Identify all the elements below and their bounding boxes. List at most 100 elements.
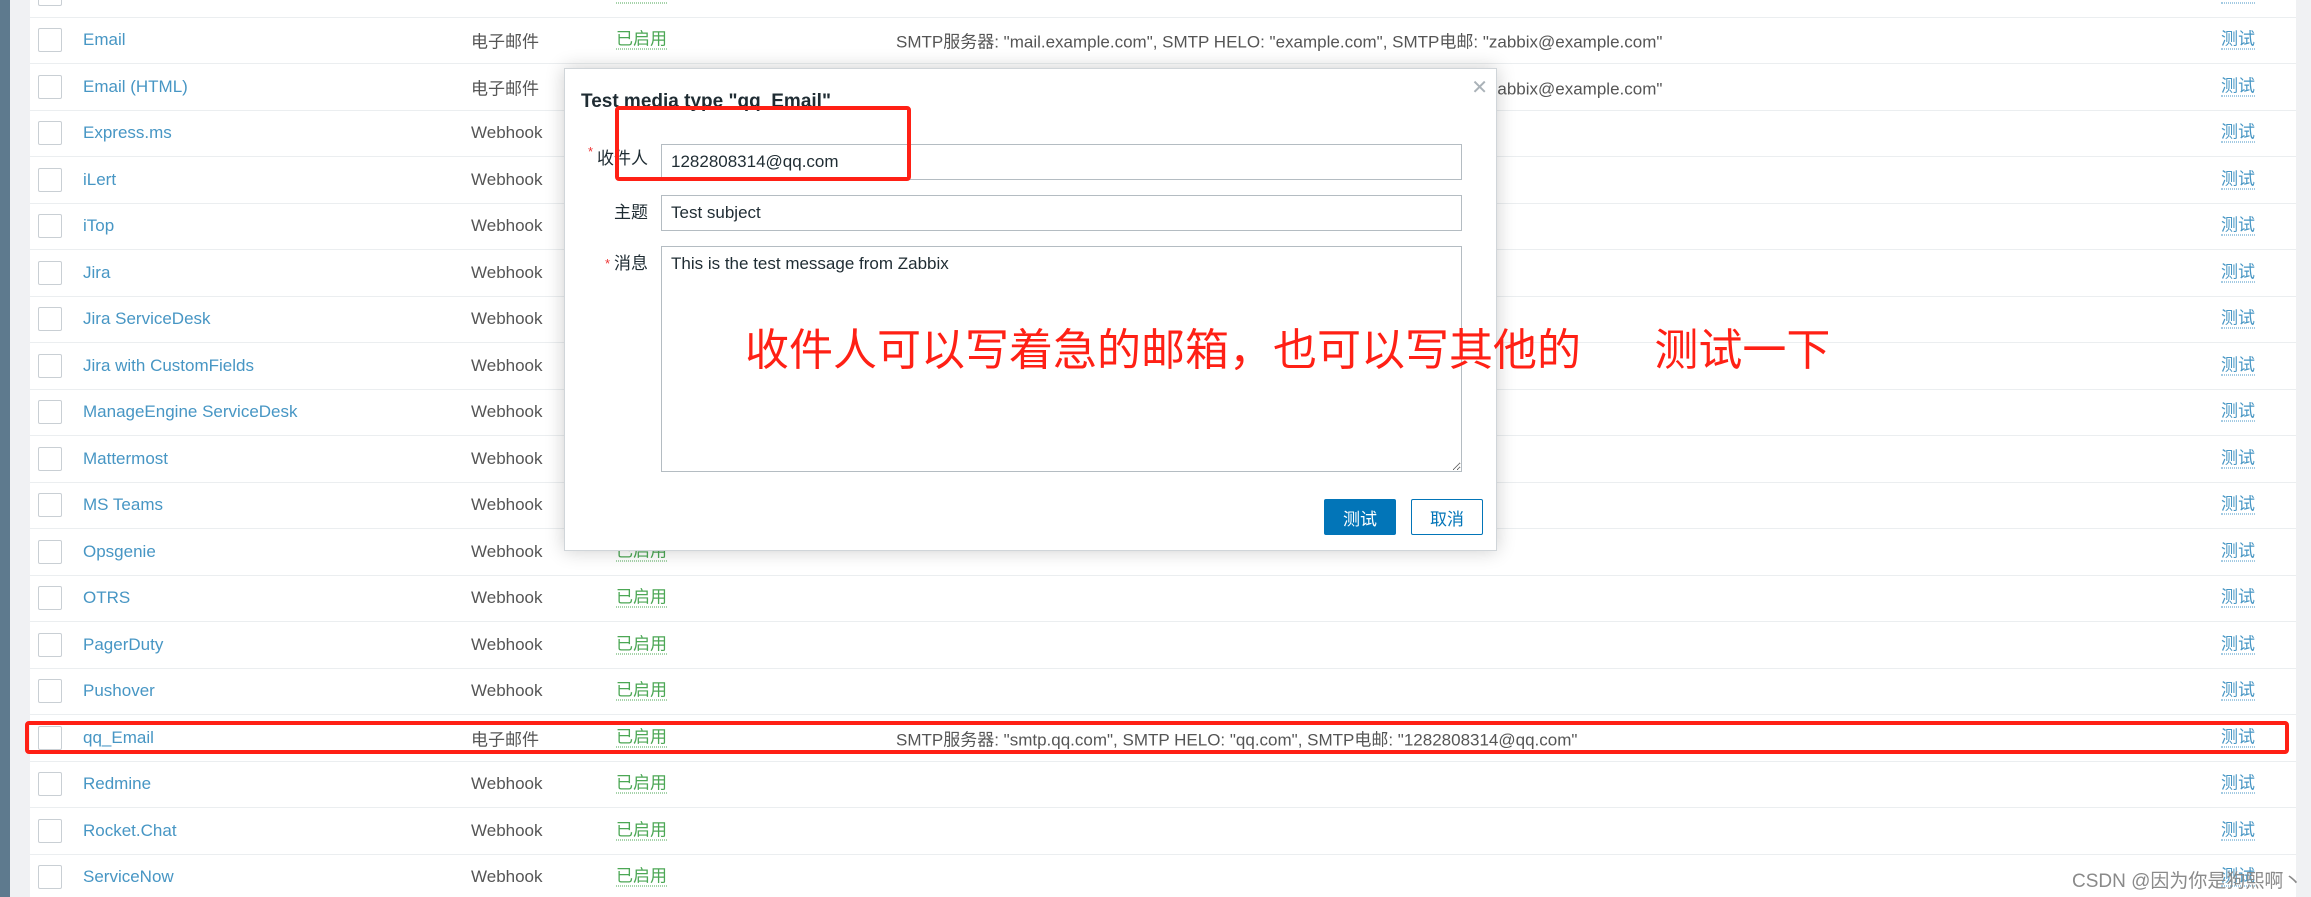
status-enabled-link[interactable]: 已启用 — [616, 588, 667, 608]
test-link[interactable]: 测试 — [2221, 821, 2255, 841]
media-type-type: Webhook — [471, 634, 543, 654]
row-checkbox[interactable] — [38, 0, 62, 6]
close-icon[interactable]: ✕ — [1471, 75, 1488, 100]
test-link[interactable]: 测试 — [2221, 356, 2255, 376]
media-type-name-link[interactable]: Email (HTML) — [83, 77, 188, 97]
table-row: PagerDuty Webhook 已启用 测试 — [30, 622, 2296, 669]
status-enabled-link[interactable]: 已启用 — [616, 821, 667, 841]
test-button[interactable]: 测试 — [1324, 499, 1396, 535]
media-type-type: 电子邮件 — [471, 79, 539, 99]
media-type-name-link[interactable]: ManageEngine ServiceDesk — [83, 402, 298, 422]
media-type-type: Webhook — [471, 681, 543, 701]
status-enabled-link[interactable]: 已启用 — [616, 0, 667, 4]
subject-input[interactable] — [661, 195, 1462, 231]
media-type-type: Webhook — [471, 216, 543, 236]
test-link[interactable]: 测试 — [2221, 0, 2255, 4]
row-checkbox[interactable] — [38, 214, 62, 239]
media-type-name-link[interactable]: PagerDuty — [83, 635, 163, 655]
row-checkbox[interactable] — [38, 121, 62, 146]
row-checkbox[interactable] — [38, 353, 62, 378]
test-link[interactable]: 测试 — [2221, 449, 2255, 469]
annotation-box-recipient — [615, 106, 911, 181]
media-type-type: Webhook — [471, 355, 543, 375]
row-checkbox[interactable] — [38, 679, 62, 704]
media-type-name-link[interactable]: Express.ms — [83, 123, 172, 143]
row-checkbox[interactable] — [38, 260, 62, 285]
test-link[interactable]: 测试 — [2221, 635, 2255, 655]
media-type-name-link[interactable]: Email — [83, 30, 126, 50]
media-type-type: Webhook — [471, 495, 543, 515]
media-type-type: Webhook — [471, 588, 543, 608]
row-checkbox[interactable] — [38, 539, 62, 564]
media-type-name-link[interactable]: iLert — [83, 170, 116, 190]
test-link[interactable]: 测试 — [2221, 30, 2255, 50]
test-link[interactable]: 测试 — [2221, 216, 2255, 236]
test-link[interactable]: 测试 — [2221, 309, 2255, 329]
status-enabled-link[interactable]: 已启用 — [616, 30, 667, 50]
media-type-type: Webhook — [471, 262, 543, 282]
test-link[interactable]: 测试 — [2221, 123, 2255, 143]
subject-label: 主题 — [614, 203, 648, 222]
media-type-type: Webhook — [471, 867, 543, 887]
media-type-name-link[interactable]: Mattermost — [83, 449, 168, 469]
table-row: Pushover Webhook 已启用 测试 — [30, 669, 2296, 715]
row-checkbox[interactable] — [38, 167, 62, 192]
media-type-details: SMTP服务器: "mail.example.com", SMTP HELO: … — [896, 32, 1663, 52]
media-type-name-link[interactable]: Jira ServiceDesk — [83, 309, 211, 329]
media-type-name-link[interactable]: Jira with CustomFields — [83, 356, 254, 376]
row-checkbox[interactable] — [38, 865, 62, 890]
required-mark: * — [587, 144, 593, 159]
row-checkbox[interactable] — [38, 632, 62, 657]
status-enabled-link[interactable]: 已启用 — [616, 681, 667, 701]
sidebar-strip — [0, 0, 10, 897]
media-type-type: 电子邮件 — [471, 32, 539, 52]
watermark: CSDN @因为你是狗熙啊丶 — [2072, 871, 2303, 892]
table-row: ServiceNow Webhook 已启用 测试 — [30, 855, 2296, 897]
media-type-name-link[interactable]: iTop — [83, 216, 114, 236]
media-type-type: Webhook — [471, 541, 543, 561]
test-link[interactable]: 测试 — [2221, 681, 2255, 701]
scrollbar-gutter[interactable] — [2296, 0, 2311, 897]
annotation-text: 收件人可以写着急的邮箱，也可以写其他的 测试一下 — [745, 326, 1831, 375]
row-checkbox[interactable] — [38, 400, 62, 425]
media-type-type: Webhook — [471, 820, 543, 840]
status-enabled-link[interactable]: 已启用 — [616, 774, 667, 794]
status-enabled-link[interactable]: 已启用 — [616, 867, 667, 887]
test-link[interactable]: 测试 — [2221, 170, 2255, 190]
test-link[interactable]: 测试 — [2221, 588, 2255, 608]
message-label: * 消息 — [605, 246, 648, 282]
media-type-name-link[interactable]: Pushover — [83, 681, 155, 701]
media-type-name-link[interactable]: ServiceNow — [83, 867, 174, 887]
row-checkbox[interactable] — [38, 586, 62, 611]
row-checkbox[interactable] — [38, 772, 62, 797]
annotation-box-qq-email-row — [25, 721, 2289, 754]
row-checkbox[interactable] — [38, 74, 62, 99]
media-type-name-link[interactable]: Redmine — [83, 774, 151, 794]
row-checkbox[interactable] — [38, 818, 62, 843]
media-type-type: Webhook — [471, 448, 543, 468]
table-row: Email 电子邮件 已启用 SMTP服务器: "mail.example.com",… — [30, 18, 2296, 64]
test-link[interactable]: 测试 — [2221, 774, 2255, 794]
media-type-name-link[interactable]: MS Teams — [83, 495, 163, 515]
media-type-name-link[interactable]: Opsgenie — [83, 542, 156, 562]
cancel-button[interactable]: 取消 — [1411, 499, 1483, 535]
test-link[interactable]: 测试 — [2221, 263, 2255, 283]
message-label-text: 消息 — [614, 254, 648, 273]
status-enabled-link[interactable]: 已启用 — [616, 635, 667, 655]
media-type-name-link[interactable]: Jira — [83, 263, 110, 283]
media-type-type: Webhook — [471, 774, 543, 794]
test-link[interactable]: 测试 — [2221, 495, 2255, 515]
row-checkbox[interactable] — [38, 493, 62, 518]
test-link[interactable]: 测试 — [2221, 542, 2255, 562]
test-link[interactable]: 测试 — [2221, 77, 2255, 97]
table-row: Redmine Webhook 已启用 测试 — [30, 762, 2296, 808]
required-mark: * — [604, 256, 610, 271]
media-type-type: Webhook — [471, 169, 543, 189]
row-checkbox[interactable] — [38, 28, 62, 53]
media-type-name-link[interactable]: Rocket.Chat — [83, 821, 177, 841]
test-link[interactable]: 测试 — [2221, 402, 2255, 422]
row-checkbox[interactable] — [38, 446, 62, 471]
media-type-name-link[interactable]: OTRS — [83, 588, 130, 608]
row-checkbox[interactable] — [38, 307, 62, 332]
media-type-type: Webhook — [471, 402, 543, 422]
